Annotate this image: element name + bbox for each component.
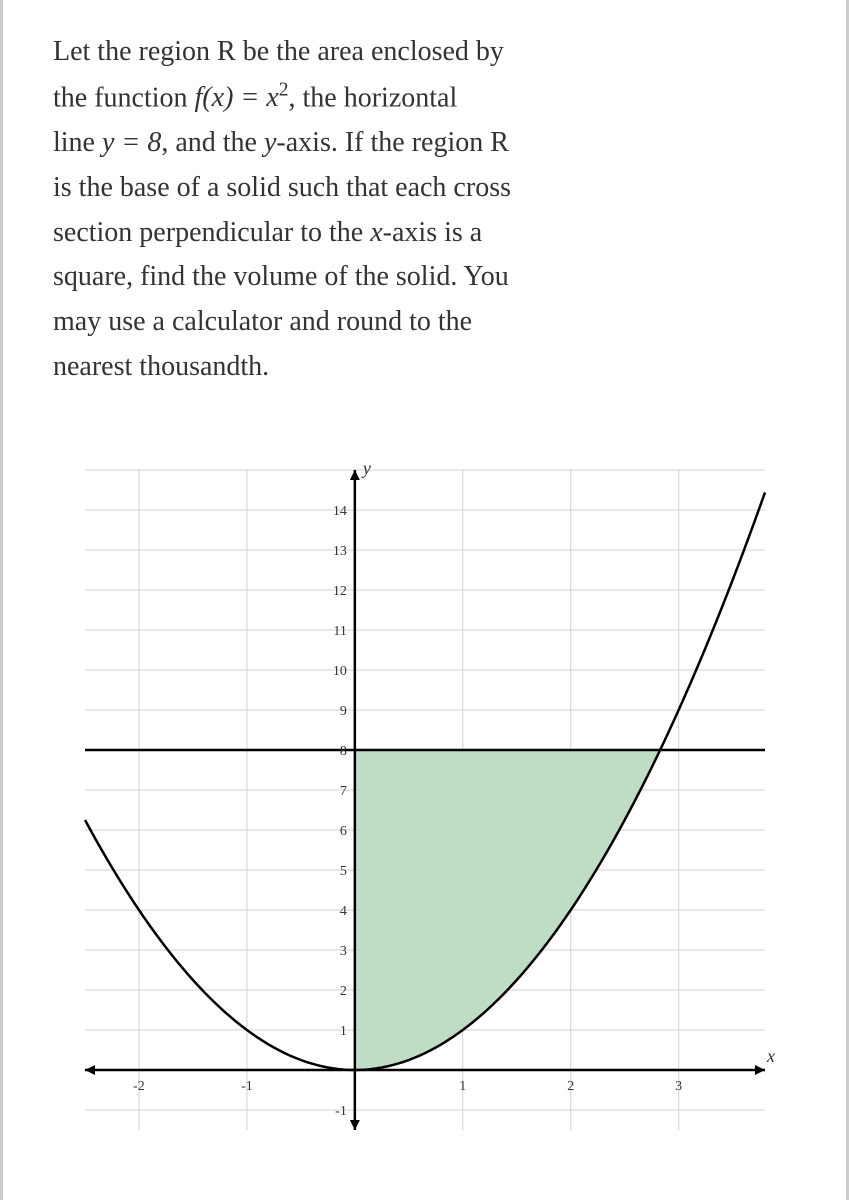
arrow-up-icon [349, 470, 359, 480]
y-tick-label: 3 [339, 944, 346, 959]
x-tick-label: 3 [675, 1079, 682, 1094]
y-tick-label: 1 [339, 1024, 346, 1039]
x-tick-label: 2 [567, 1079, 574, 1094]
problem-statement: Let the region R be the area enclosed by… [53, 30, 796, 390]
y-tick-label: 4 [339, 904, 346, 919]
text-line: , and the [161, 127, 264, 158]
y-tick-label: 8 [339, 744, 346, 759]
y-tick-label: 9 [339, 704, 346, 719]
y-tick-label: 5 [339, 864, 346, 879]
text-line: Let the region R be the area enclosed by [53, 36, 504, 67]
text-line: section perpendicular to the [53, 217, 370, 248]
y-tick-label: 6 [339, 824, 346, 839]
text-line: the function [53, 82, 195, 113]
text-line: square, find the volume of the solid. Yo… [53, 261, 509, 292]
y-tick-label: 10 [332, 664, 346, 679]
text-line: , the horizontal [289, 82, 458, 113]
arrow-right-icon [755, 1065, 765, 1075]
arrow-down-icon [349, 1120, 359, 1130]
math-var-x: x [370, 217, 382, 248]
y-tick-label: -1 [335, 1104, 347, 1119]
y-axis-label: y [360, 458, 370, 478]
math-var-y: y [264, 127, 276, 158]
chart-plot: -2-1123-11234567891011121314xy [55, 440, 795, 1160]
y-tick-label: 14 [332, 504, 346, 519]
text-line: line [53, 127, 102, 158]
x-tick-label: -1 [241, 1079, 253, 1094]
y-tick-label: 11 [333, 624, 346, 639]
text-line: -axis. If the region R [276, 127, 509, 158]
y-tick-label: 13 [332, 544, 346, 559]
chart-container: -2-1123-11234567891011121314xy [53, 440, 796, 1160]
text-line: -axis is a [383, 217, 483, 248]
y-tick-label: 7 [339, 784, 346, 799]
y-tick-label: 2 [339, 984, 346, 999]
math-expr-hline: y = 8 [102, 127, 161, 158]
document-page: Let the region R be the area enclosed by… [0, 0, 849, 1200]
text-line: may use a calculator and round to the [53, 306, 472, 337]
text-line: is the base of a solid such that each cr… [53, 172, 511, 203]
x-axis-label: x [766, 1046, 775, 1066]
x-tick-label: 1 [459, 1079, 466, 1094]
text-line: nearest thousandth. [53, 351, 269, 382]
x-tick-label: -2 [133, 1079, 145, 1094]
math-expr-function: f(x) = x2 [195, 82, 289, 113]
arrow-left-icon [85, 1065, 95, 1075]
y-tick-label: 12 [332, 584, 346, 599]
